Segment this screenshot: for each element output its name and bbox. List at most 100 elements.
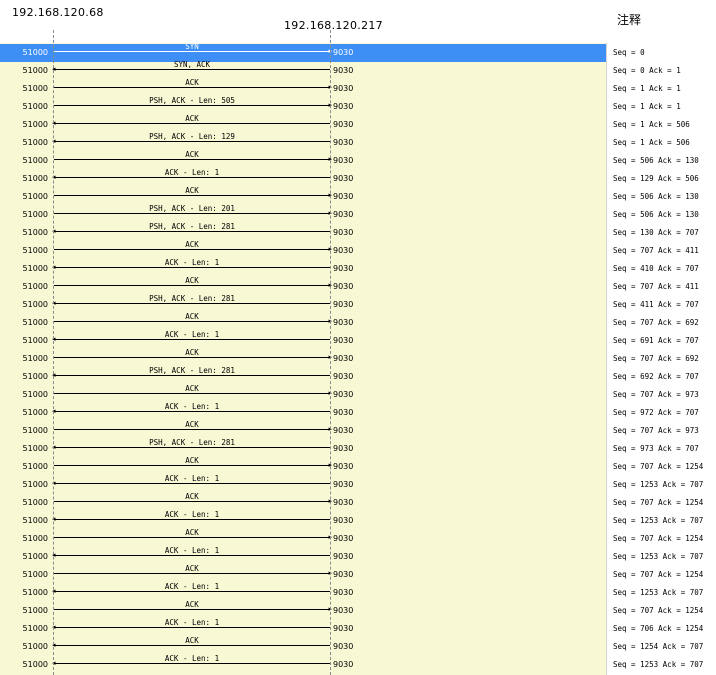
arrow-right-icon: ▸ [54, 534, 332, 541]
flow-note: Seq = 706 Ack = 1254 [613, 624, 704, 633]
flow-note: Seq = 707 Ack = 692 [613, 354, 699, 363]
right-port: 9030 [333, 570, 354, 579]
flow-note: Seq = 1 Ack = 506 [613, 120, 690, 129]
left-port: 51000 [22, 300, 48, 309]
left-port: 51000 [22, 156, 48, 165]
arrow-left-icon: ◂ [52, 372, 330, 379]
arrow-right-icon: ▸ [54, 282, 332, 289]
right-port: 9030 [333, 408, 354, 417]
left-port: 51000 [22, 642, 48, 651]
flow-label: ACK - Len: 1 [164, 168, 220, 177]
flow-label: ACK - Len: 1 [164, 546, 220, 555]
flow-note: Seq = 707 Ack = 1254 [613, 606, 704, 615]
flow-note: Seq = 1 Ack = 506 [613, 138, 690, 147]
flow-note: Seq = 1253 Ack = 707 [613, 588, 704, 597]
flow-label: PSH, ACK - Len: 201 [149, 204, 235, 213]
left-port: 51000 [22, 120, 48, 129]
flow-label: SYN [185, 42, 199, 51]
arrow-left-icon: ◂ [52, 408, 330, 415]
flow-label: ACK [185, 312, 199, 321]
flow-graph[interactable]: 51000 SYN ▸ 9030 51000 SYN, ACK ◂ 9030 51000 ACK ▸… [0, 42, 606, 675]
flow-note: Seq = 410 Ack = 707 [613, 264, 699, 273]
flow-note: Seq = 506 Ack = 130 [613, 210, 699, 219]
flow-row[interactable]: 51000 ACK - Len: 1 ◂ 9030 [0, 654, 606, 674]
flow-note: Seq = 1253 Ack = 707 [613, 516, 704, 525]
left-port: 51000 [22, 282, 48, 291]
left-port: 51000 [22, 660, 48, 669]
left-host-lifeline [53, 30, 54, 675]
left-port: 51000 [22, 84, 48, 93]
right-port: 9030 [333, 66, 354, 75]
arrow-right-icon: ▸ [54, 354, 332, 361]
left-port: 51000 [22, 192, 48, 201]
left-port: 51000 [22, 390, 48, 399]
left-port: 51000 [22, 426, 48, 435]
right-port: 9030 [333, 192, 354, 201]
flow-label: ACK [185, 636, 199, 645]
left-port: 51000 [22, 588, 48, 597]
right-host-address: 192.168.120.217 [284, 19, 383, 32]
right-port: 9030 [333, 174, 354, 183]
right-port: 9030 [333, 534, 354, 543]
flow-label: PSH, ACK - Len: 281 [149, 222, 235, 231]
flow-label: ACK [185, 600, 199, 609]
left-port: 51000 [22, 264, 48, 273]
arrow-left-icon: ◂ [52, 336, 330, 343]
flow-label: ACK [185, 276, 199, 285]
left-port: 51000 [22, 624, 48, 633]
flow-note: Seq = 0 [613, 48, 645, 57]
arrow-left-icon: ◂ [52, 264, 330, 271]
right-port: 9030 [333, 138, 354, 147]
right-port: 9030 [333, 552, 354, 561]
arrow-left-icon: ◂ [52, 228, 330, 235]
right-port: 9030 [333, 390, 354, 399]
flow-label: ACK [185, 150, 199, 159]
flow-note: Seq = 707 Ack = 1254 [613, 498, 704, 507]
flow-label: ACK - Len: 1 [164, 510, 220, 519]
arrow-right-icon: ▸ [54, 426, 332, 433]
left-port: 51000 [22, 570, 48, 579]
flow-label: ACK [185, 420, 199, 429]
arrow-right-icon: ▸ [54, 102, 332, 109]
left-port: 51000 [22, 246, 48, 255]
arrow-right-icon: ▸ [54, 498, 332, 505]
right-port: 9030 [333, 228, 354, 237]
arrow-right-icon: ▸ [54, 570, 332, 577]
left-port: 51000 [22, 102, 48, 111]
right-port: 9030 [333, 300, 354, 309]
left-port: 51000 [22, 462, 48, 471]
arrow-right-icon: ▸ [54, 84, 332, 91]
flow-label: PSH, ACK - Len: 281 [149, 294, 235, 303]
left-port: 51000 [22, 174, 48, 183]
flow-note: Seq = 707 Ack = 1254 [613, 534, 704, 543]
flow-label: SYN, ACK [173, 60, 211, 69]
flow-label: PSH, ACK - Len: 281 [149, 366, 235, 375]
flow-label: ACK - Len: 1 [164, 654, 220, 663]
arrow-left-icon: ◂ [52, 120, 330, 127]
left-port: 51000 [22, 606, 48, 615]
left-port: 51000 [22, 552, 48, 561]
flow-label: ACK [185, 564, 199, 573]
flow-note: Seq = 692 Ack = 707 [613, 372, 699, 381]
flow-label: ACK [185, 78, 199, 87]
flow-note: Seq = 707 Ack = 1254 [613, 570, 704, 579]
right-port: 9030 [333, 354, 354, 363]
flow-note: Seq = 506 Ack = 130 [613, 192, 699, 201]
flow-note: Seq = 972 Ack = 707 [613, 408, 699, 417]
right-port: 9030 [333, 660, 354, 669]
flow-label: ACK - Len: 1 [164, 330, 220, 339]
flow-note: Seq = 411 Ack = 707 [613, 300, 699, 309]
right-port: 9030 [333, 336, 354, 345]
right-port: 9030 [333, 480, 354, 489]
arrow-right-icon: ▸ [54, 192, 332, 199]
arrow-left-icon: ◂ [52, 660, 330, 667]
flow-note: Seq = 1253 Ack = 707 [613, 660, 704, 669]
flow-note: Seq = 1253 Ack = 707 [613, 480, 704, 489]
flow-note: Seq = 129 Ack = 506 [613, 174, 699, 183]
left-port: 51000 [22, 372, 48, 381]
flow-note: Seq = 0 Ack = 1 [613, 66, 681, 75]
right-port: 9030 [333, 516, 354, 525]
flow-note: Seq = 707 Ack = 411 [613, 282, 699, 291]
arrow-left-icon: ◂ [52, 588, 330, 595]
left-port: 51000 [22, 516, 48, 525]
